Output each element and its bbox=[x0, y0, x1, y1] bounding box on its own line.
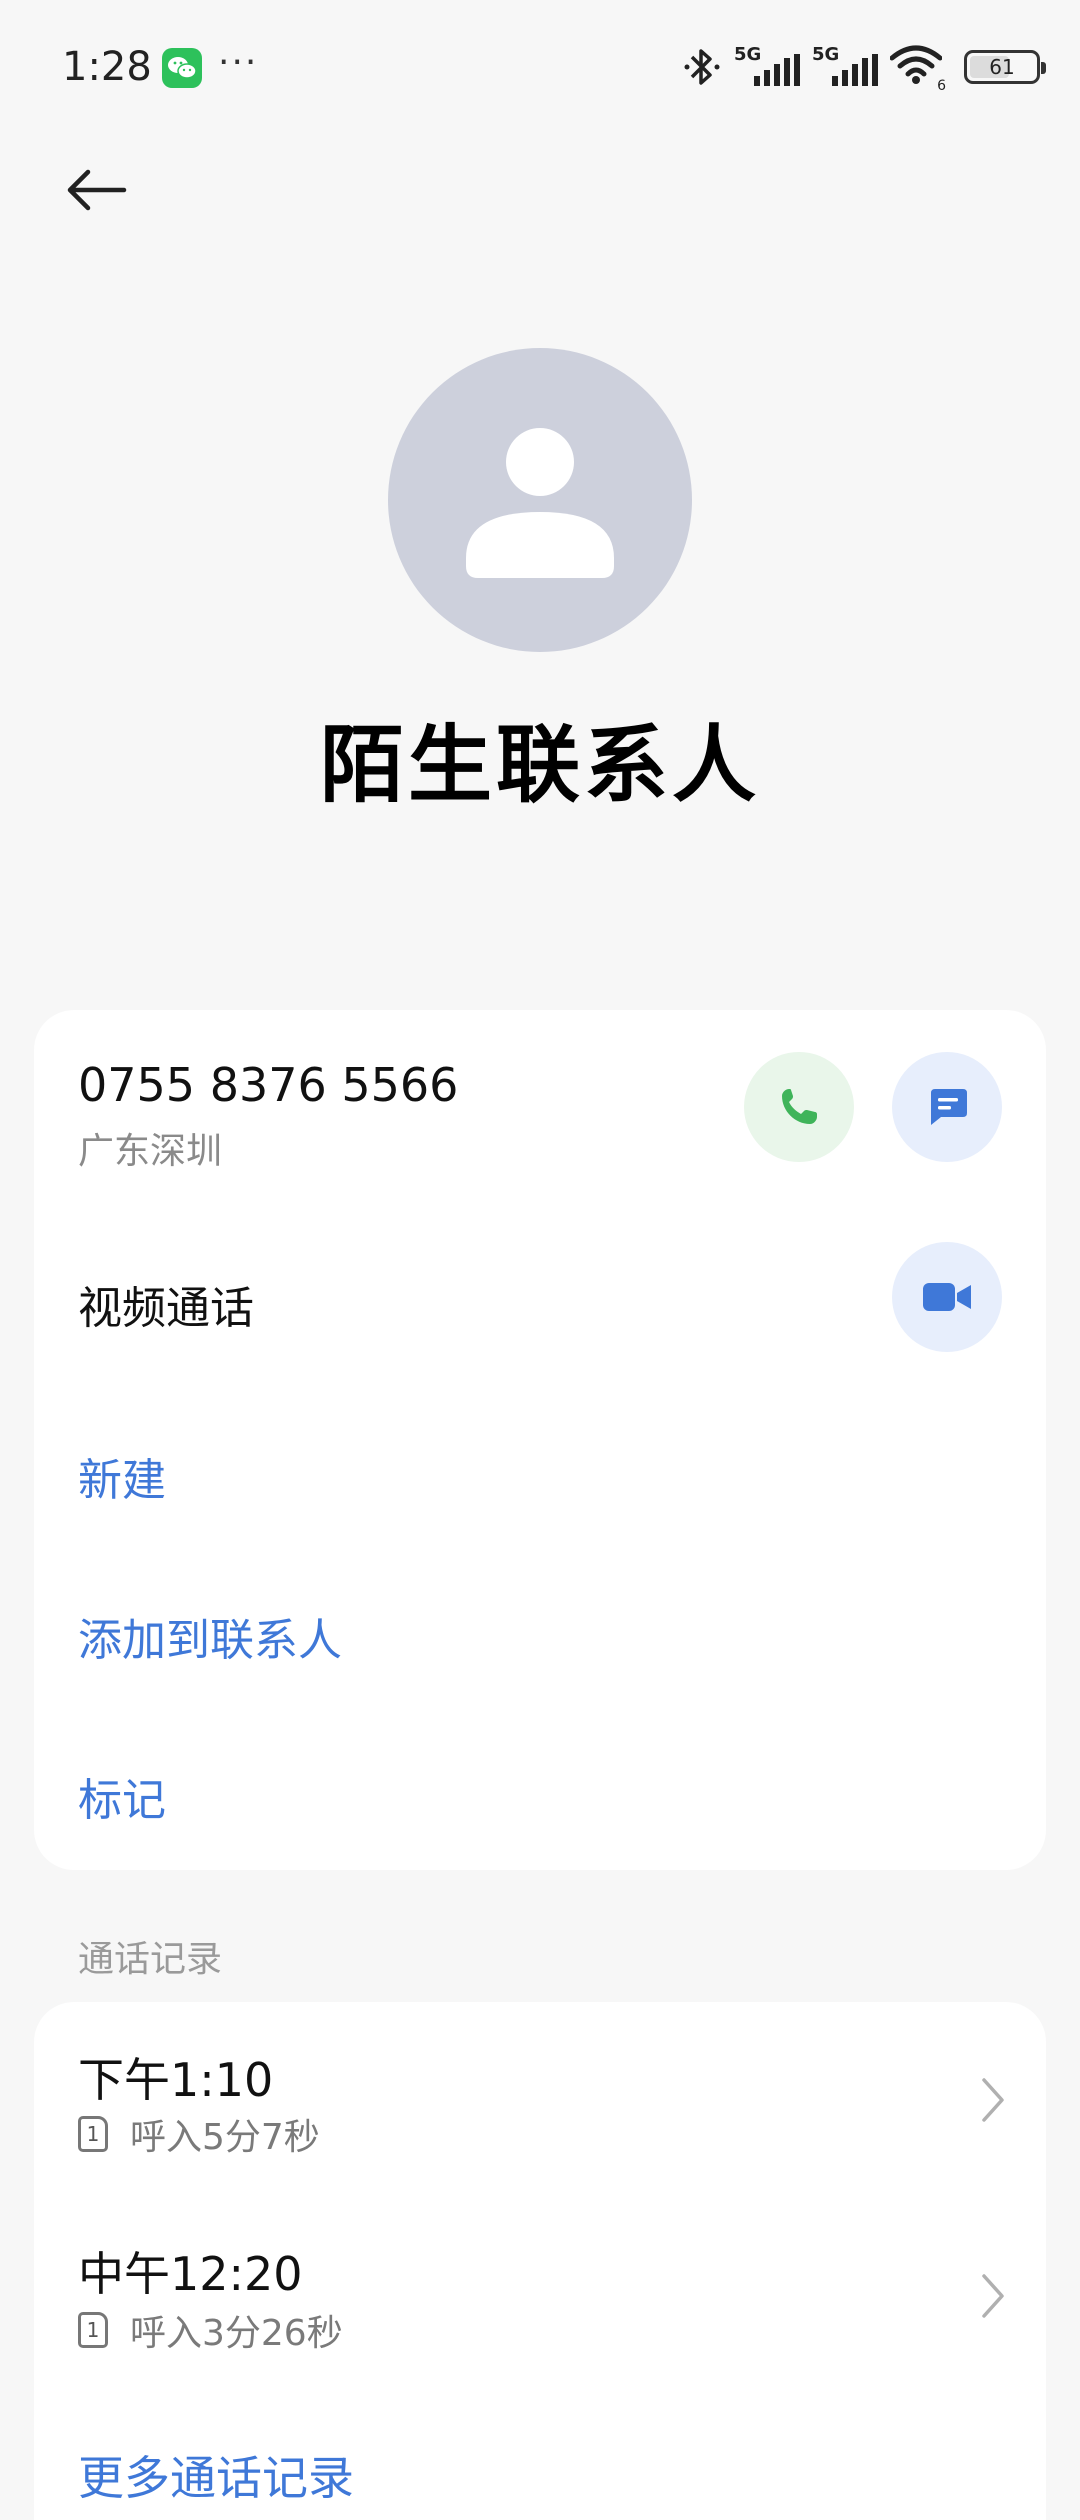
contact-card: 0755 8376 5566 广东深圳 视频通话 新建 添加到联系人 标记 bbox=[34, 1010, 1046, 1870]
message-button[interactable] bbox=[892, 1052, 1002, 1162]
more-notifications-icon: ··· bbox=[218, 42, 259, 83]
status-bar: 1:28 ··· 5G 5G 6 61 bbox=[0, 0, 1080, 136]
signal-bars-icon bbox=[754, 54, 800, 86]
avatar bbox=[388, 348, 692, 652]
call-duration: 呼入3分26秒 bbox=[130, 2313, 343, 2354]
status-time: 1:28 bbox=[62, 44, 152, 90]
call-duration: 呼入5分7秒 bbox=[130, 2117, 320, 2158]
chevron-right-icon[interactable] bbox=[972, 2070, 1012, 2130]
message-icon bbox=[931, 1089, 967, 1125]
call-button[interactable] bbox=[744, 1052, 854, 1162]
chevron-right-icon[interactable] bbox=[972, 2266, 1012, 2326]
call-detail: 1 呼入3分26秒 bbox=[78, 2304, 343, 2356]
more-call-log-link[interactable]: 更多通话记录 bbox=[78, 2442, 354, 2508]
wifi-icon bbox=[889, 45, 943, 84]
video-camera-icon bbox=[923, 1283, 971, 1311]
wifi-indicator: 6 bbox=[889, 44, 946, 94]
phone-location: 广东深圳 bbox=[78, 1131, 223, 1172]
mark-number-link[interactable]: 标记 bbox=[78, 1764, 166, 1828]
new-contact-link[interactable]: 新建 bbox=[78, 1444, 166, 1508]
signal-strength-2: 5G bbox=[812, 44, 878, 90]
sim-card-icon: 1 bbox=[78, 2116, 108, 2152]
screen: 1:28 ··· 5G 5G 6 61 陌生联系人 0755 8376 5566… bbox=[0, 0, 1080, 2520]
wifi-label: 6 bbox=[937, 78, 946, 94]
person-icon bbox=[466, 428, 614, 578]
signal-bars-icon bbox=[832, 54, 878, 86]
bluetooth-icon bbox=[684, 49, 720, 85]
arrow-left-icon bbox=[67, 169, 127, 211]
phone-number[interactable]: 0755 8376 5566 bbox=[78, 1058, 458, 1112]
back-button[interactable] bbox=[64, 150, 154, 230]
wechat-icon bbox=[162, 48, 202, 88]
call-time: 下午1:10 bbox=[78, 2053, 274, 2107]
add-to-contacts-link[interactable]: 添加到联系人 bbox=[78, 1604, 342, 1668]
sim-card-icon: 1 bbox=[78, 2312, 108, 2348]
battery-icon: 61 bbox=[964, 50, 1046, 84]
call-detail: 1 呼入5分7秒 bbox=[78, 2108, 320, 2160]
status-icons: 5G 5G 6 61 bbox=[682, 42, 1046, 94]
video-call-label[interactable]: 视频通话 bbox=[78, 1272, 254, 1336]
page-title: 陌生联系人 bbox=[319, 716, 760, 814]
call-log-section-title: 通话记录 bbox=[78, 1939, 223, 1980]
battery-level: 61 bbox=[989, 55, 1015, 79]
video-call-button[interactable] bbox=[892, 1242, 1002, 1352]
signal-strength-1: 5G bbox=[734, 44, 800, 90]
phone-icon bbox=[782, 1089, 817, 1124]
call-time: 中午12:20 bbox=[78, 2247, 303, 2301]
call-log-card: 下午1:10 1 呼入5分7秒 中午12:20 1 呼入3分26秒 更多通话记录 bbox=[34, 2002, 1046, 2520]
